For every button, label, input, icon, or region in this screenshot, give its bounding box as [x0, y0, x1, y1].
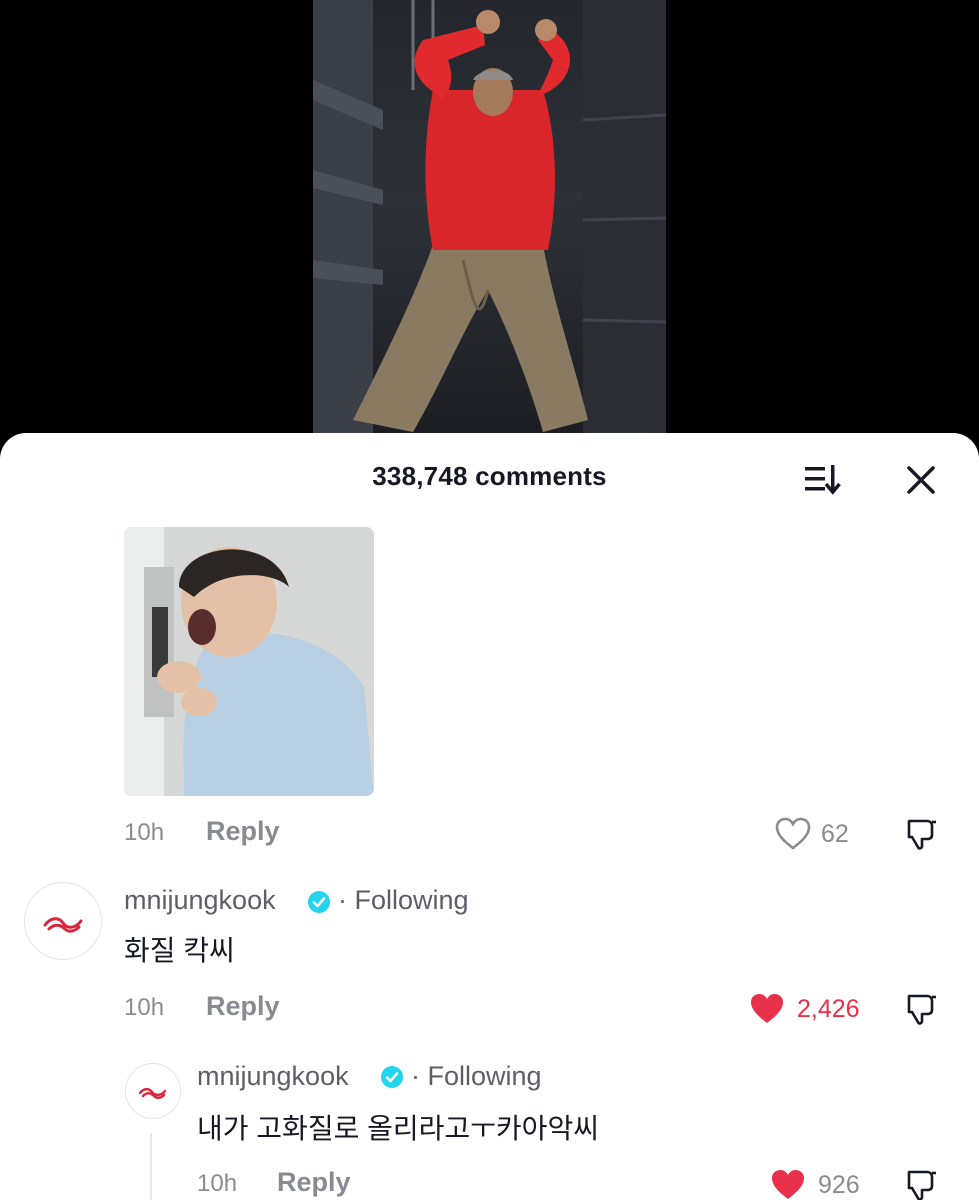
avatar-logo-icon [43, 917, 83, 933]
comment-2-dislike-button[interactable] [905, 992, 939, 1026]
avatar-logo-icon [138, 1087, 167, 1099]
close-icon [907, 466, 935, 494]
comment-2-like-count: 2,426 [797, 995, 860, 1023]
comment-2-time: 10h [124, 994, 165, 1021]
comment-1-reply-button[interactable]: Reply [206, 816, 280, 847]
comment-3-username[interactable]: mnijungkook [197, 1061, 349, 1092]
comments-sheet: 338,748 comments 10h Reply 62 mnijungkoo… [0, 433, 979, 1200]
comment-1-like-button[interactable]: 62 [775, 817, 865, 853]
verified-badge-icon [308, 891, 330, 913]
comment-3-dislike-button[interactable] [905, 1168, 939, 1200]
comments-header: 338,748 comments [0, 433, 979, 519]
comment-1-dislike-button[interactable] [905, 817, 939, 851]
sort-button[interactable] [803, 463, 843, 495]
comment-3-like-count: 926 [818, 1171, 860, 1199]
heart-filled-icon [772, 1170, 804, 1199]
comment-2-meta: 10h Reply 2,426 [0, 991, 979, 1028]
thumbs-down-icon [907, 819, 936, 850]
comment-3-reply-button[interactable]: Reply [277, 1167, 351, 1198]
comment-1-time: 10h [124, 819, 165, 846]
heart-filled-icon [751, 994, 783, 1023]
heart-icon [775, 817, 811, 850]
thumbs-down-icon [907, 1170, 936, 1200]
comment-3-avatar[interactable] [125, 1063, 181, 1119]
comment-1-meta: 10h Reply 62 [0, 816, 979, 853]
close-button[interactable] [902, 461, 940, 499]
sticker-photo [124, 527, 374, 796]
video-player[interactable] [0, 0, 979, 440]
comment-3-like-button[interactable]: 926 [770, 1170, 880, 1200]
comment-2-following-label: · Following [338, 885, 469, 915]
dancer-video-image [313, 0, 666, 440]
comment-2-like-button[interactable]: 2,426 [749, 994, 879, 1028]
video-frame[interactable] [313, 0, 666, 440]
comment-3-meta: 10h Reply 926 [0, 1167, 979, 1200]
comment-1-like-count: 62 [821, 820, 849, 848]
comment-3-text: 내가 고화질로 올리라고ㅜ카아악씨 [197, 1113, 599, 1144]
comment-2-avatar[interactable] [24, 882, 102, 960]
comment-2-username[interactable]: mnijungkook [124, 885, 276, 916]
comment-2-text: 화질 칵씨 [124, 935, 235, 966]
sort-icon [805, 465, 841, 495]
verified-badge-icon [381, 1066, 403, 1088]
comment-3-following-label: · Following [411, 1061, 542, 1091]
comment-2-reply-button[interactable]: Reply [206, 991, 280, 1022]
comment-sticker-image[interactable] [124, 527, 374, 796]
comment-3-time: 10h [197, 1170, 238, 1197]
thumbs-down-icon [907, 994, 936, 1025]
